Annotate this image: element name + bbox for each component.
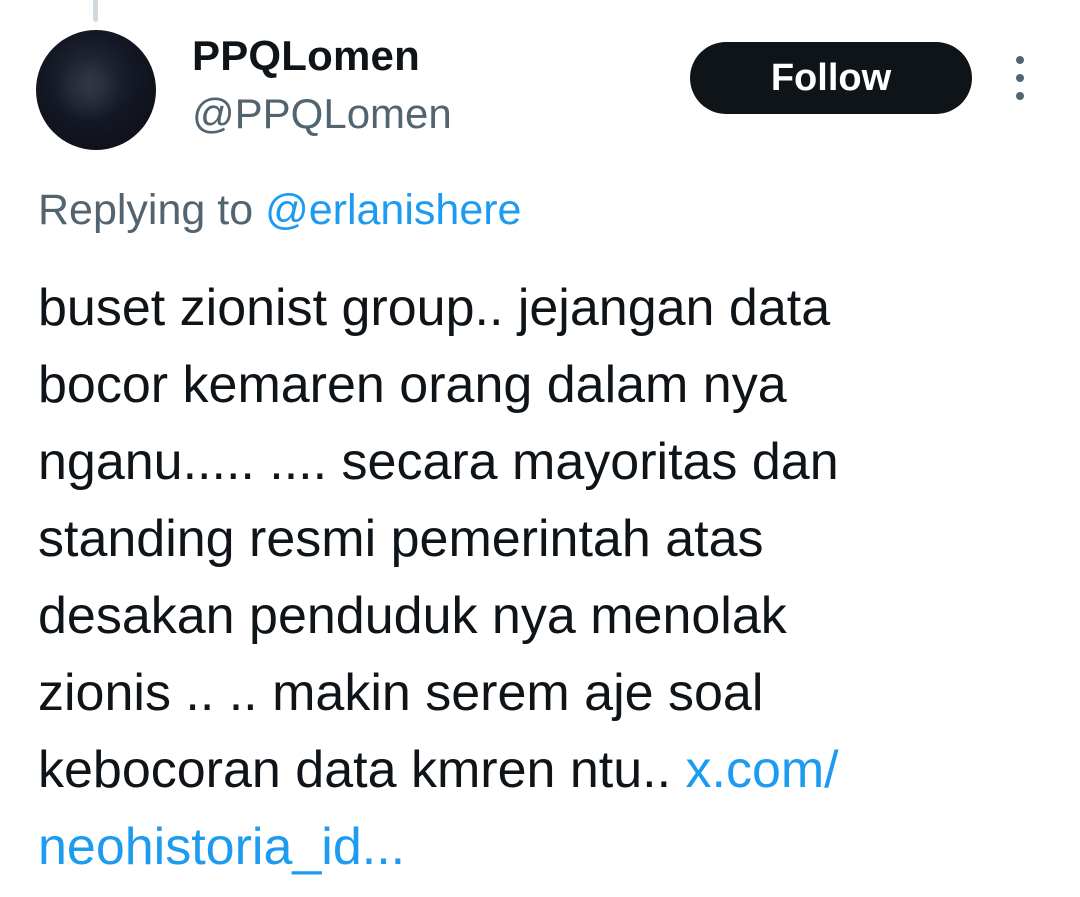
tweet-text-line: buset zionist group.. jejangan data — [38, 279, 831, 337]
more-vertical-icon-dot — [1016, 92, 1024, 100]
thread-connector-line — [93, 0, 98, 22]
tweet-text-line: nganu..... .... secara mayoritas dan — [38, 433, 839, 491]
tweet-text-line: desakan penduduk nya menolak — [38, 587, 787, 645]
follow-button[interactable]: Follow — [690, 42, 972, 114]
replying-to-handle-link[interactable]: @erlanishere — [265, 186, 521, 234]
more-options-button[interactable] — [1004, 56, 1036, 100]
author-handle[interactable]: @PPQLomen — [192, 88, 452, 140]
author-display-name[interactable]: PPQLomen — [192, 30, 420, 82]
replying-to: Replying to @erlanishere — [38, 182, 521, 238]
follow-button-label: Follow — [770, 56, 892, 99]
tweet-text-line: standing resmi pemerintah atas — [38, 510, 764, 568]
more-vertical-icon-dot — [1016, 74, 1024, 82]
tweet-text: buset zionist group.. jejangan data boco… — [38, 270, 1048, 886]
tweet-link-continuation[interactable]: neohistoria_id... — [38, 809, 1048, 886]
more-vertical-icon — [1016, 56, 1024, 64]
replying-to-prefix: Replying to — [38, 186, 266, 234]
tweet-text-line: bocor kemaren orang dalam nya — [38, 356, 787, 414]
tweet-text-line: kebocoran data kmren ntu.. — [38, 741, 686, 799]
tweet-text-line-with-link: kebocoran data kmren ntu.. x.com/ — [38, 732, 1048, 809]
avatar[interactable] — [36, 30, 156, 150]
tweet-link[interactable]: x.com/ — [686, 741, 839, 799]
tweet-text-line: zionis .. .. makin serem aje soal — [38, 664, 764, 722]
